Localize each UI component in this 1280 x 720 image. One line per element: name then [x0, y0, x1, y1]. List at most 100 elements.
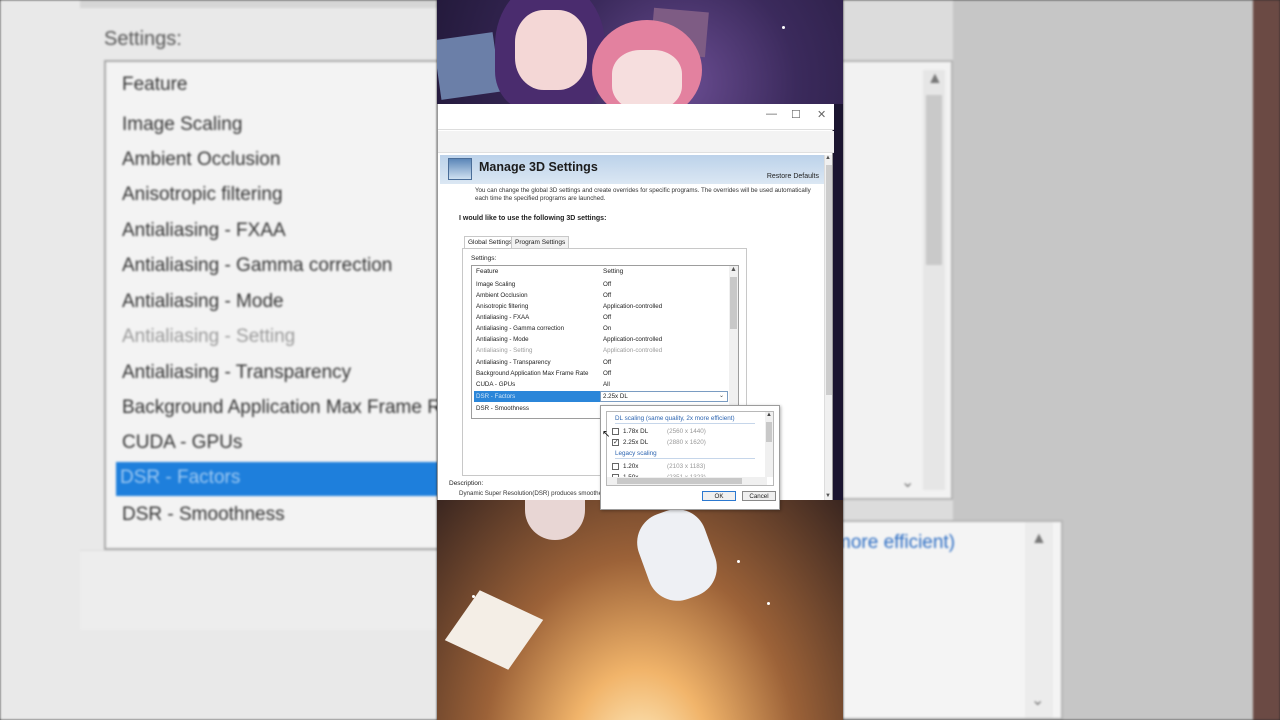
feature-cell: Background Application Max Frame Rate	[476, 370, 589, 377]
table-row[interactable]: Antialiasing - FXAA Off	[472, 312, 730, 323]
zoomed-row: Image Scaling	[122, 114, 243, 135]
cancel-button[interactable]: Cancel	[742, 491, 776, 501]
sparkle-icon	[767, 602, 770, 605]
character-legs	[525, 500, 585, 540]
dl-scaling-group-label: DL scaling (same quality, 2x more effici…	[615, 415, 735, 422]
table-row-selected[interactable]: DSR - Factors 2.25x DL ⌄	[472, 391, 730, 402]
scroll-up-icon[interactable]: ▲	[766, 412, 772, 418]
zoomed-background-right: ▲ ⌄ more efficient) ▲ ⌄	[843, 0, 1280, 720]
scrollbar-thumb[interactable]	[826, 165, 832, 395]
sparkle-icon	[737, 560, 740, 563]
setting-cell: On	[603, 325, 612, 332]
minimize-button[interactable]: —	[766, 108, 777, 120]
setting-cell: All	[603, 381, 610, 388]
close-button[interactable]: ✕	[817, 108, 826, 121]
feature-cell: Antialiasing - Gamma correction	[476, 325, 565, 332]
option-label: 1.78x DL	[623, 428, 649, 435]
feature-cell: DSR - Factors	[474, 391, 600, 402]
maximize-button[interactable]: ☐	[791, 108, 801, 121]
zoomed-scrollbar-thumb	[926, 95, 942, 265]
feature-cell: Antialiasing - FXAA	[476, 314, 530, 321]
sparkle-icon	[782, 26, 785, 29]
zoomed-row: Anisotropic filtering	[122, 184, 283, 205]
tab-global-settings[interactable]: Global Settings	[464, 236, 517, 248]
zoomed-edge-art	[1253, 0, 1280, 720]
section-title: I would like to use the following 3D set…	[459, 215, 607, 222]
setting-cell: Off	[603, 281, 612, 288]
setting-cell: Off	[603, 359, 612, 366]
zoomed-row-selected: DSR - Factors	[116, 462, 437, 496]
tab-program-settings[interactable]: Program Settings	[511, 236, 570, 248]
scrollbar-thumb[interactable]	[617, 478, 742, 484]
grid-scrollbar[interactable]: ▲	[729, 266, 738, 418]
zoomed-row: CUDA - GPUs	[122, 432, 243, 453]
mouse-cursor-icon: ↖	[602, 429, 611, 440]
poster-art	[437, 32, 501, 100]
scroll-down-icon[interactable]: ▼	[825, 493, 831, 499]
zoomed-settings-label: Settings:	[104, 28, 182, 50]
zoomed-row: Background Application Max Frame Ra	[122, 397, 437, 418]
dsr-factors-popup: DL scaling (same quality, 2x more effici…	[600, 405, 780, 510]
scrollbar-thumb[interactable]	[730, 277, 737, 329]
chevron-up-icon: ▲	[1031, 530, 1047, 547]
anime-artwork-bottom	[437, 500, 843, 720]
option-resolution: (2560 x 1440)	[667, 428, 706, 435]
checkbox-checked-icon[interactable]: ✓	[612, 439, 619, 446]
feature-cell: Anisotropic filtering	[476, 303, 529, 310]
option-resolution: (2880 x 1620)	[667, 439, 706, 446]
character-face	[515, 10, 587, 90]
feature-cell: DSR - Smoothness	[476, 405, 529, 412]
dsr-factors-list: DL scaling (same quality, 2x more effici…	[606, 411, 774, 486]
paper-sheet	[444, 590, 544, 670]
dsr-factors-dropdown[interactable]: 2.25x DL ⌄	[600, 391, 728, 402]
character-face	[612, 50, 682, 110]
feature-cell: Antialiasing - Transparency	[476, 359, 551, 366]
scroll-up-icon[interactable]: ▲	[825, 155, 831, 161]
table-row[interactable]: Image Scaling Off	[472, 279, 730, 290]
column-feature: Feature	[476, 268, 499, 275]
checkbox-unchecked-icon[interactable]	[612, 428, 619, 435]
sparkle-icon	[472, 595, 475, 598]
setting-cell: Off	[603, 292, 612, 299]
table-row[interactable]: Ambient Occlusion Off	[472, 290, 730, 301]
zoomed-row: Antialiasing - Mode	[122, 291, 284, 312]
scroll-up-icon[interactable]: ▲	[730, 266, 737, 273]
nvidia-control-panel-window: — ☐ ✕ Manage 3D Settings Restore Default…	[437, 104, 834, 510]
table-row[interactable]: Anisotropic filtering Application-control…	[472, 301, 730, 312]
table-row[interactable]: Antialiasing - Mode Application-controlle…	[472, 334, 730, 345]
scrollbar-thumb[interactable]	[766, 422, 772, 442]
feature-cell: CUDA - GPUs	[476, 381, 516, 388]
intro-text: You can change the global 3D settings an…	[475, 187, 811, 202]
popup-horizontal-scrollbar[interactable]	[607, 477, 767, 485]
dropdown-value: 2.25x DL	[603, 393, 628, 400]
zoomed-bottom-area	[80, 550, 437, 630]
zoomed-dropdown: more efficient) ▲ ⌄	[843, 520, 1063, 720]
setting-cell: Application-controlled	[603, 336, 663, 343]
table-row[interactable]: Antialiasing - Gamma correction On	[472, 323, 730, 334]
popup-vertical-scrollbar[interactable]: ▲	[765, 412, 773, 477]
window-scrollbar[interactable]: ▲ ▼	[824, 155, 832, 500]
zoomed-row: Antialiasing - FXAA	[122, 220, 286, 241]
table-row[interactable]: Background Application Max Frame Rate Off	[472, 368, 730, 379]
zoomed-row: Feature	[122, 74, 188, 95]
toolbar	[438, 131, 834, 153]
table-row-disabled: Antialiasing - Setting Application-contro…	[472, 345, 730, 356]
chevron-down-icon: ⌄	[1031, 692, 1045, 709]
ok-button[interactable]: OK	[702, 491, 736, 501]
zoomed-dropdown-scrollbar	[1025, 522, 1053, 718]
character-shoe	[628, 500, 726, 610]
feature-cell: Antialiasing - Mode	[476, 336, 529, 343]
page-title: Manage 3D Settings	[479, 160, 598, 174]
chevron-down-icon: ⌄	[901, 474, 915, 491]
zoomed-background-left: Settings: Feature Image Scaling Ambient …	[0, 0, 437, 720]
restore-defaults-link[interactable]: Restore Defaults	[767, 173, 819, 180]
table-row[interactable]: CUDA - GPUs All	[472, 379, 730, 390]
description-label: Description:	[449, 480, 484, 487]
chevron-down-icon[interactable]: ⌄	[719, 392, 724, 399]
checkbox-unchecked-icon[interactable]	[612, 463, 619, 470]
anime-artwork-top	[437, 0, 843, 120]
setting-cell: Off	[603, 314, 612, 321]
settings-label: Settings:	[471, 255, 497, 262]
table-row[interactable]: Antialiasing - Transparency Off	[472, 357, 730, 368]
feature-cell: Ambient Occlusion	[476, 292, 528, 299]
